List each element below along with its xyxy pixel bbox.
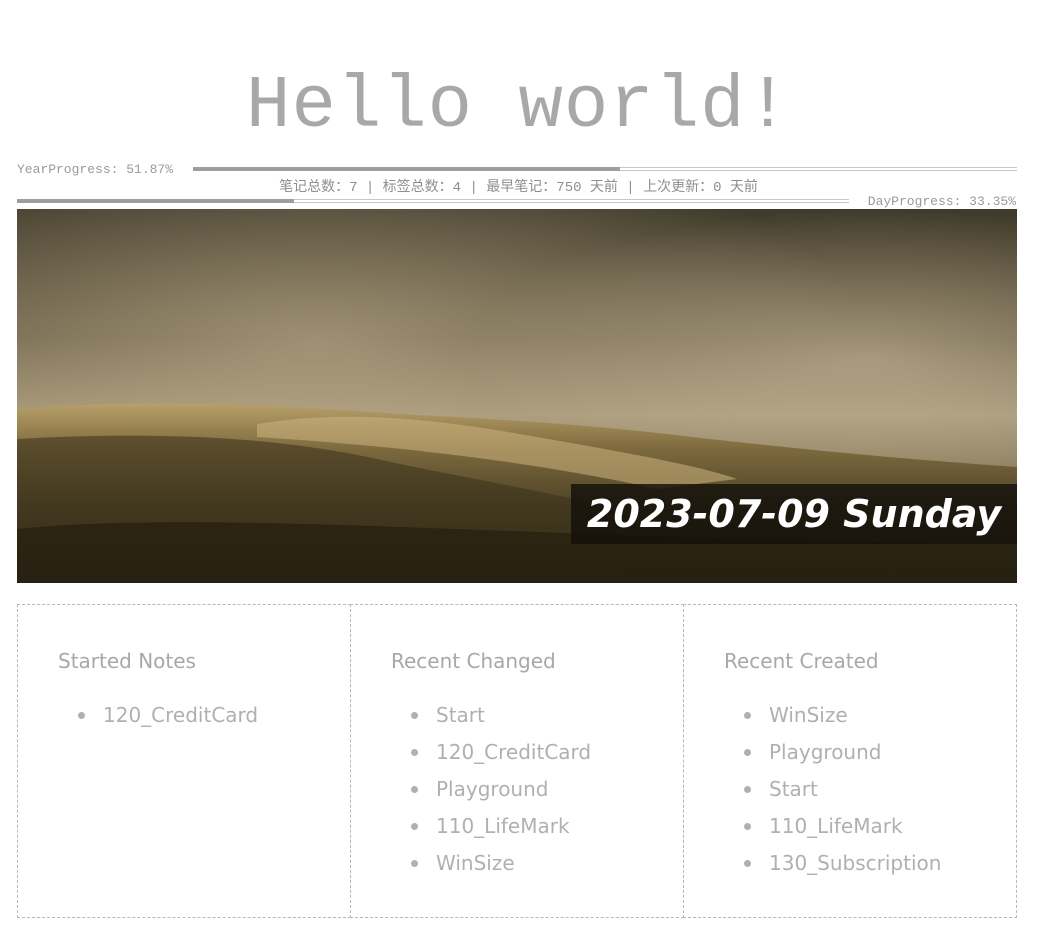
year-progress-bar: [193, 167, 1017, 171]
recent-changed-title: Recent Changed: [391, 649, 556, 673]
note-link[interactable]: 110_LifeMark: [411, 808, 683, 845]
note-link[interactable]: 110_LifeMark: [744, 808, 1016, 845]
started-notes-title: Started Notes: [58, 649, 196, 673]
note-link[interactable]: 120_CreditCard: [411, 734, 683, 771]
note-link[interactable]: 130_Subscription: [744, 845, 1016, 882]
year-progress-label: YearProgress: 51.87%: [17, 162, 174, 177]
banner-image: 2023-07-09 Sunday: [17, 209, 1017, 583]
recent-created-title: Recent Created: [724, 649, 879, 673]
note-link[interactable]: Playground: [411, 771, 683, 808]
day-progress-fill: [17, 199, 295, 203]
page-title: Hello world!: [246, 65, 791, 149]
note-stats: 笔记总数：7 | 标签总数：4 | 最早笔记：750 天前 | 上次更新：0 天…: [279, 180, 758, 196]
recent-created-list: WinSize Playground Start 110_LifeMark 13…: [724, 697, 1016, 882]
day-progress-label: DayProgress: 33.35%: [867, 194, 1016, 209]
started-notes-panel: Started Notes 120_CreditCard: [17, 604, 351, 918]
note-link[interactable]: Playground: [744, 734, 1016, 771]
date-banner: 2023-07-09 Sunday: [571, 484, 1017, 544]
note-link[interactable]: 120_CreditCard: [78, 697, 350, 734]
note-link[interactable]: WinSize: [411, 845, 683, 882]
recent-changed-panel: Recent Changed Start 120_CreditCard Play…: [350, 604, 684, 918]
day-progress-bar: [17, 199, 849, 203]
year-progress-fill: [193, 167, 621, 171]
note-link[interactable]: WinSize: [744, 697, 1016, 734]
recent-changed-list: Start 120_CreditCard Playground 110_Life…: [391, 697, 683, 882]
recent-created-panel: Recent Created WinSize Playground Start …: [683, 604, 1017, 918]
note-link[interactable]: Start: [411, 697, 683, 734]
date-text: 2023-07-09 Sunday: [586, 492, 1002, 536]
started-notes-list: 120_CreditCard: [58, 697, 350, 734]
note-panels: Started Notes 120_CreditCard Recent Chan…: [17, 604, 1017, 918]
note-link[interactable]: Start: [744, 771, 1016, 808]
